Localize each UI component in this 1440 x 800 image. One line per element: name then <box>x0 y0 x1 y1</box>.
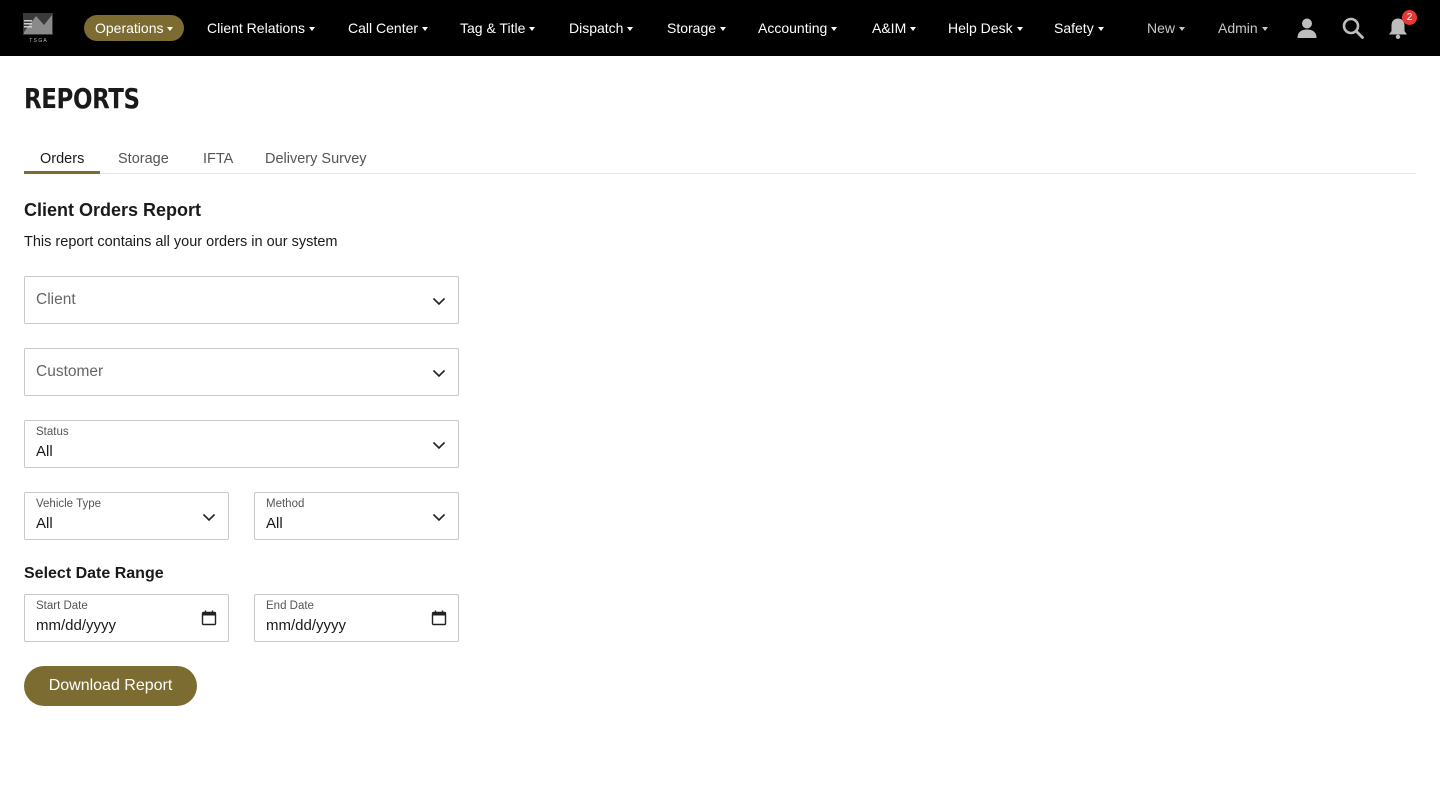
nav-safety[interactable]: Safety <box>1054 15 1104 41</box>
caret-down-icon <box>627 27 634 31</box>
end-date-value: mm/dd/yyyy <box>266 617 347 634</box>
notification-badge: 2 <box>1402 10 1417 25</box>
caret-down-icon <box>529 27 536 31</box>
nav-dispatch[interactable]: Dispatch <box>569 15 634 41</box>
tsga-logo[interactable]: T S G A <box>22 12 54 44</box>
vehicle-type-label: Vehicle Type <box>36 498 102 510</box>
tab-delivery-survey[interactable]: Delivery Survey <box>249 144 383 174</box>
caret-down-icon <box>1261 27 1268 31</box>
start-date-label: Start Date <box>36 600 88 612</box>
nav-call-center[interactable]: Call Center <box>348 15 429 41</box>
method-value: All <box>266 515 283 532</box>
caret-down-icon <box>1097 27 1104 31</box>
caret-down-icon <box>309 27 316 31</box>
date-range-title: Select Date Range <box>24 565 164 582</box>
calendar-icon[interactable] <box>201 610 217 626</box>
status-label: Status <box>36 426 69 438</box>
nav-admin[interactable]: Admin <box>1218 15 1268 41</box>
customer-select[interactable]: Customer <box>24 348 459 396</box>
caret-down-icon <box>720 27 727 31</box>
report-title: Client Orders Report <box>24 200 202 220</box>
svg-text:T S G A: T S G A <box>29 38 47 44</box>
caret-down-icon <box>422 27 429 31</box>
chevron-down-icon <box>202 513 216 522</box>
status-value: All <box>36 443 53 460</box>
caret-down-icon <box>910 27 917 31</box>
status-select[interactable]: Status All <box>24 420 459 468</box>
caret-down-icon <box>167 27 174 31</box>
calendar-icon[interactable] <box>431 610 447 626</box>
nav-accounting[interactable]: Accounting <box>758 15 838 41</box>
nav-tag-title[interactable]: Tag & Title <box>460 15 536 41</box>
report-description: This report contains all your orders in … <box>24 234 338 250</box>
caret-down-icon <box>1016 27 1023 31</box>
end-date-input[interactable]: End Date mm/dd/yyyy <box>254 594 459 642</box>
vehicle-type-select[interactable]: Vehicle Type All <box>24 492 229 540</box>
nav-help-desk[interactable]: Help Desk <box>948 15 1023 41</box>
chevron-down-icon <box>432 369 446 378</box>
chevron-down-icon <box>432 297 446 306</box>
nav-client-relations[interactable]: Client Relations <box>207 15 316 41</box>
nav-operations[interactable]: Operations <box>84 15 185 41</box>
top-navbar: T S G A Operations Client Relations Call… <box>0 0 1440 56</box>
vehicle-type-value: All <box>36 515 53 532</box>
tab-orders[interactable]: Orders <box>24 144 101 174</box>
download-report-button[interactable]: Download Report <box>24 666 197 706</box>
customer-placeholder: Customer <box>36 363 104 380</box>
search-icon[interactable] <box>1341 16 1365 40</box>
end-date-label: End Date <box>266 600 314 612</box>
tab-storage[interactable]: Storage <box>102 144 185 174</box>
start-date-value: mm/dd/yyyy <box>36 617 117 634</box>
page-title: REPORTS <box>24 82 140 115</box>
nav-storage[interactable]: Storage <box>667 15 727 41</box>
nav-new[interactable]: New <box>1147 15 1186 41</box>
caret-down-icon <box>831 27 838 31</box>
chevron-down-icon <box>432 441 446 450</box>
method-select[interactable]: Method All <box>254 492 459 540</box>
chevron-down-icon <box>432 513 446 522</box>
user-icon[interactable] <box>1295 16 1319 40</box>
caret-down-icon <box>1179 27 1186 31</box>
tab-ifta[interactable]: IFTA <box>187 144 249 174</box>
method-label: Method <box>266 498 305 510</box>
nav-aim[interactable]: A&IM <box>872 15 917 41</box>
start-date-input[interactable]: Start Date mm/dd/yyyy <box>24 594 229 642</box>
report-tabs: Orders Storage IFTA Delivery Survey <box>24 144 1416 174</box>
client-select[interactable]: Client <box>24 276 459 324</box>
client-placeholder: Client <box>36 291 76 308</box>
